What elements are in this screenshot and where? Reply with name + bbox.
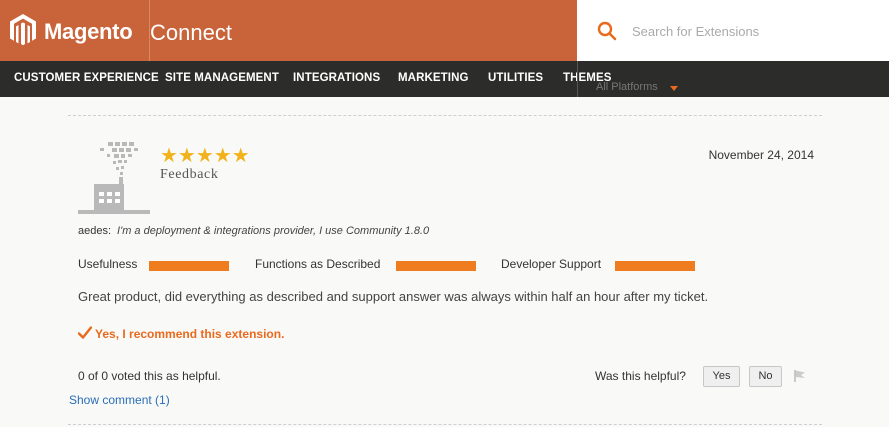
reviewer-info: aedes: I'm a deployment & integrations pr… bbox=[78, 225, 429, 237]
search-icon[interactable] bbox=[597, 21, 617, 41]
rating-label-usefulness: Usefulness bbox=[78, 257, 138, 271]
nav-item-marketing[interactable]: MARKETING bbox=[398, 61, 469, 97]
helpful-vote-count: 0 of 0 voted this as helpful. bbox=[78, 369, 221, 383]
logo-text: Magento bbox=[44, 19, 133, 44]
flag-icon[interactable] bbox=[793, 369, 807, 383]
reviewer-description: I'm a deployment & integrations provider… bbox=[117, 225, 430, 237]
review-bottom-divider bbox=[68, 424, 822, 425]
brand-connect-text: Connect bbox=[150, 20, 232, 45]
nav-item-integrations[interactable]: INTEGRATIONS bbox=[293, 61, 380, 97]
search-area bbox=[577, 0, 889, 61]
star-rating: ★★★★★ bbox=[160, 145, 250, 167]
recommend-statement: Yes, I recommend this extension. bbox=[78, 326, 284, 341]
show-comment-link[interactable]: Show comment (1) bbox=[69, 393, 170, 407]
review-date: November 24, 2014 bbox=[708, 148, 814, 162]
avatar-factory-icon bbox=[78, 142, 150, 214]
helpful-no-button[interactable]: No bbox=[749, 366, 782, 387]
recommend-text: Yes, I recommend this extension. bbox=[95, 327, 285, 341]
platform-label: All Platforms bbox=[596, 81, 658, 93]
review-top-divider bbox=[68, 115, 822, 116]
nav-item-customer-experience[interactable]: CUSTOMER EXPERIENCE bbox=[14, 61, 159, 97]
nav-item-utilities[interactable]: UTILITIES bbox=[488, 61, 543, 97]
rating-bar-usefulness bbox=[149, 261, 229, 271]
reviewer-name: aedes: bbox=[78, 225, 112, 237]
rating-label-developer-support: Developer Support bbox=[501, 257, 602, 271]
caret-down-icon bbox=[670, 86, 678, 91]
rating-bar-developer-support bbox=[615, 261, 695, 271]
platform-selector[interactable]: All Platforms bbox=[577, 61, 889, 97]
magento-logo[interactable]: Magento Connect bbox=[10, 0, 410, 61]
brand-block: Magento Connect bbox=[0, 0, 577, 61]
review-body: Great product, did everything as describ… bbox=[78, 289, 709, 304]
site-header: Magento Connect bbox=[0, 0, 889, 61]
review-title: Feedback bbox=[160, 167, 219, 182]
checkmark-icon bbox=[78, 326, 92, 339]
rating-label-functions: Functions as Described bbox=[255, 257, 381, 271]
helpful-yes-button[interactable]: Yes bbox=[703, 366, 740, 387]
search-input[interactable] bbox=[632, 20, 882, 42]
rating-bar-functions bbox=[396, 261, 476, 271]
magento-logo-icon bbox=[10, 14, 36, 46]
helpful-question: Was this helpful? bbox=[595, 369, 686, 383]
nav-item-site-management[interactable]: SITE MANAGEMENT bbox=[165, 61, 279, 97]
